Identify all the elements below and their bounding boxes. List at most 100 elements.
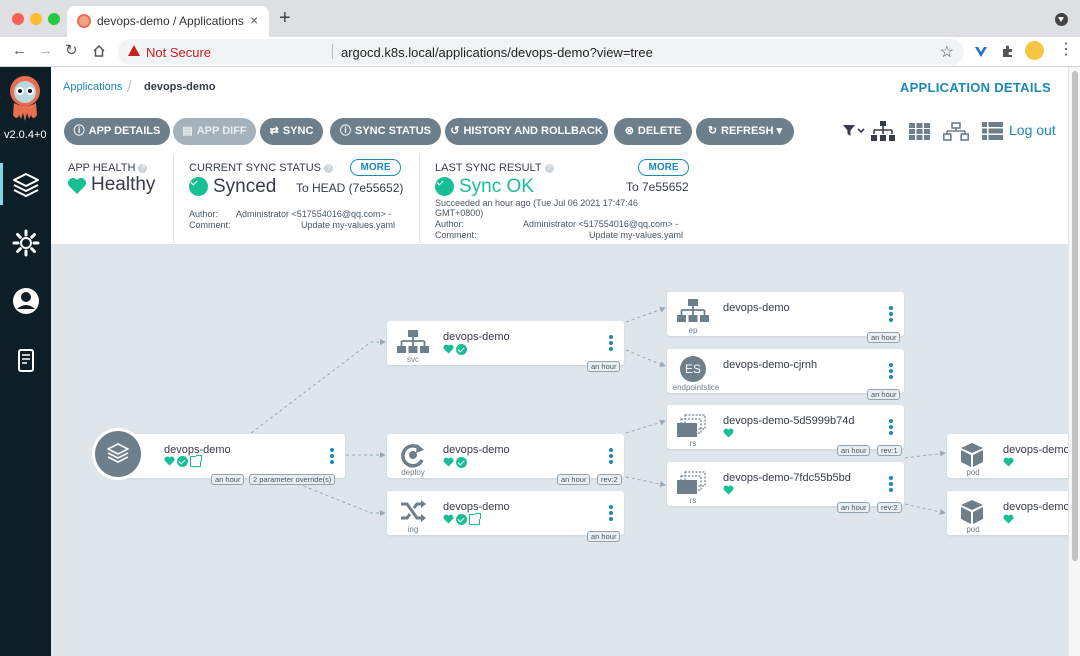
tab-search-icon[interactable] bbox=[1055, 13, 1068, 26]
refresh-label: REFRESH bbox=[721, 125, 774, 137]
sync-status-more-button[interactable]: MORE bbox=[350, 159, 401, 176]
tab-title: devops-demo / Applications - Ar bbox=[97, 14, 247, 28]
node-menu-icon[interactable] bbox=[330, 448, 334, 466]
help-icon[interactable]: ? bbox=[324, 164, 334, 173]
help-icon[interactable]: ? bbox=[544, 164, 554, 173]
argo-logo-icon[interactable] bbox=[6, 75, 44, 123]
not-secure-label[interactable]: Not Secure bbox=[146, 45, 211, 60]
sync-status-value: Synced bbox=[213, 176, 277, 197]
app-details-button[interactable]: ⓘ APP DETAILS bbox=[64, 118, 170, 145]
pod-node-2[interactable]: pod devops-demo-7fdc55b5bd-yyyyy bbox=[947, 491, 1068, 535]
node-menu-icon[interactable] bbox=[889, 363, 893, 381]
new-tab-button[interactable]: + bbox=[279, 8, 291, 28]
rs-node-2[interactable]: rs devops-demo-7fdc55b5bd an hour rev:2 bbox=[667, 462, 904, 513]
reload-icon[interactable]: ↻ bbox=[65, 42, 78, 60]
node-menu-icon[interactable] bbox=[609, 448, 613, 466]
app-root-node[interactable]: devops-demo an hour 2 parameter override… bbox=[119, 434, 345, 485]
applications-layers-icon[interactable] bbox=[8, 167, 44, 203]
profile-avatar-icon[interactable] bbox=[1025, 41, 1044, 60]
maximize-window-button[interactable] bbox=[48, 13, 60, 25]
node-kind: svc bbox=[407, 355, 419, 364]
deploy-node[interactable]: deploy devops-demo an hour rev:2 bbox=[387, 434, 624, 485]
external-link-icon[interactable] bbox=[190, 455, 202, 467]
sync-author-value: Administrator <517554016@qq.com> - bbox=[236, 209, 392, 219]
network-view-icon[interactable] bbox=[943, 122, 969, 141]
filter-icon[interactable] bbox=[842, 124, 866, 138]
close-window-button[interactable] bbox=[12, 13, 24, 25]
minimize-window-button[interactable] bbox=[30, 13, 42, 25]
version-label: v2.0.4+0 bbox=[4, 129, 47, 141]
page-title: APPLICATION DETAILS bbox=[899, 80, 1051, 95]
node-kind: ing bbox=[407, 525, 419, 534]
history-rollback-button[interactable]: ↺ HISTORY AND ROLLBACK bbox=[445, 118, 608, 145]
app-diff-button[interactable]: ▤ APP DIFF bbox=[173, 118, 256, 145]
documentation-book-icon[interactable] bbox=[8, 343, 44, 379]
app-diff-label: APP DIFF bbox=[196, 125, 247, 137]
endpointslice-badge-icon: ES bbox=[680, 356, 706, 382]
list-view-icon[interactable] bbox=[982, 122, 1003, 140]
help-icon[interactable]: ? bbox=[138, 164, 148, 173]
node-menu-icon[interactable] bbox=[609, 335, 613, 353]
back-arrow-icon[interactable]: ← bbox=[12, 42, 27, 60]
user-account-icon[interactable] bbox=[8, 283, 44, 319]
page-scrollbar[interactable] bbox=[1068, 67, 1080, 656]
active-indicator bbox=[0, 163, 3, 205]
last-sync-time: Succeeded an hour ago (Tue Jul 06 2021 1… bbox=[435, 198, 638, 208]
sidebar: v2.0.4+0 bbox=[0, 67, 51, 656]
synced-check-icon bbox=[177, 456, 188, 467]
rs-node-1[interactable]: rs devops-demo-5d5999b74d an hour rev:1 bbox=[667, 405, 904, 456]
node-menu-icon[interactable] bbox=[889, 476, 893, 494]
logout-link[interactable]: Log out bbox=[1009, 122, 1056, 138]
sync-target-revision[interactable]: To HEAD (7e55652) bbox=[296, 181, 403, 195]
vue-extension-icon[interactable] bbox=[974, 45, 988, 59]
app-icon-ring bbox=[92, 428, 144, 480]
svc-node[interactable]: svc devops-demo an hour bbox=[387, 321, 624, 372]
bookmark-star-icon[interactable]: ☆ bbox=[940, 42, 954, 62]
scrollbar-thumb[interactable] bbox=[1072, 71, 1078, 561]
node-kind: rs bbox=[689, 439, 697, 448]
browser-tab[interactable]: devops-demo / Applications - Ar × bbox=[67, 6, 269, 37]
pod-node-1[interactable]: pod devops-demo-7fdc55b5bd-xxxxx bbox=[947, 434, 1068, 478]
settings-gear-icon[interactable] bbox=[8, 225, 44, 261]
node-status bbox=[443, 457, 469, 469]
app-details-label: APP DETAILS bbox=[88, 125, 161, 137]
forward-arrow-icon[interactable]: → bbox=[38, 42, 53, 60]
age-tag: an hour bbox=[837, 502, 871, 513]
breadcrumb-applications-link[interactable]: Applications bbox=[63, 81, 122, 93]
node-name: devops-demo bbox=[723, 302, 790, 314]
tree-view-icon[interactable] bbox=[870, 121, 896, 142]
address-bar[interactable]: Not Secure argocd.k8s.local/applications… bbox=[118, 39, 964, 65]
healthy-heart-icon bbox=[443, 514, 454, 524]
healthy-heart-icon bbox=[723, 428, 734, 438]
sync-status-button[interactable]: ⓘ SYNC STATUS bbox=[330, 118, 441, 145]
panel-divider bbox=[173, 155, 174, 243]
endpointslice-node[interactable]: ES endpointslice devops-demo-cjrnh an ho… bbox=[667, 349, 904, 400]
pods-grid-icon[interactable] bbox=[909, 123, 930, 140]
last-sync-time-tz: GMT+0800) bbox=[435, 208, 484, 218]
node-kind: deploy bbox=[401, 468, 425, 477]
browser-menu-icon[interactable]: ⋮ bbox=[1058, 41, 1074, 59]
ing-node[interactable]: ing devops-demo an hour bbox=[387, 491, 624, 542]
node-menu-icon[interactable] bbox=[889, 306, 893, 324]
healthy-heart-icon bbox=[1003, 514, 1014, 524]
home-icon[interactable] bbox=[92, 44, 106, 58]
last-sync-target[interactable]: To 7e55652 bbox=[626, 180, 689, 194]
last-sync-more-button[interactable]: MORE bbox=[638, 159, 689, 176]
caret-down-icon: ▾ bbox=[776, 125, 783, 137]
node-kind: pod bbox=[966, 525, 980, 534]
resource-tree-canvas[interactable]: devops-demo an hour 2 parameter override… bbox=[51, 245, 1068, 656]
sync-button[interactable]: ⇄ SYNC bbox=[260, 118, 323, 145]
argo-favicon-icon bbox=[77, 14, 91, 28]
node-menu-icon[interactable] bbox=[609, 505, 613, 523]
node-kind: pod bbox=[966, 468, 980, 477]
url-text[interactable]: argocd.k8s.local/applications/devops-dem… bbox=[341, 45, 653, 60]
node-menu-icon[interactable] bbox=[889, 419, 893, 437]
node-status bbox=[1003, 514, 1016, 526]
tab-close-icon[interactable]: × bbox=[250, 12, 258, 28]
refresh-button[interactable]: ↻ REFRESH ▾ bbox=[696, 118, 794, 145]
sync-label: SYNC bbox=[282, 125, 314, 137]
delete-button[interactable]: ⊗ DELETE bbox=[614, 118, 692, 145]
ep-node[interactable]: ep devops-demo an hour bbox=[667, 292, 904, 343]
external-link-icon[interactable] bbox=[469, 513, 481, 525]
extensions-puzzle-icon[interactable] bbox=[1000, 44, 1015, 59]
